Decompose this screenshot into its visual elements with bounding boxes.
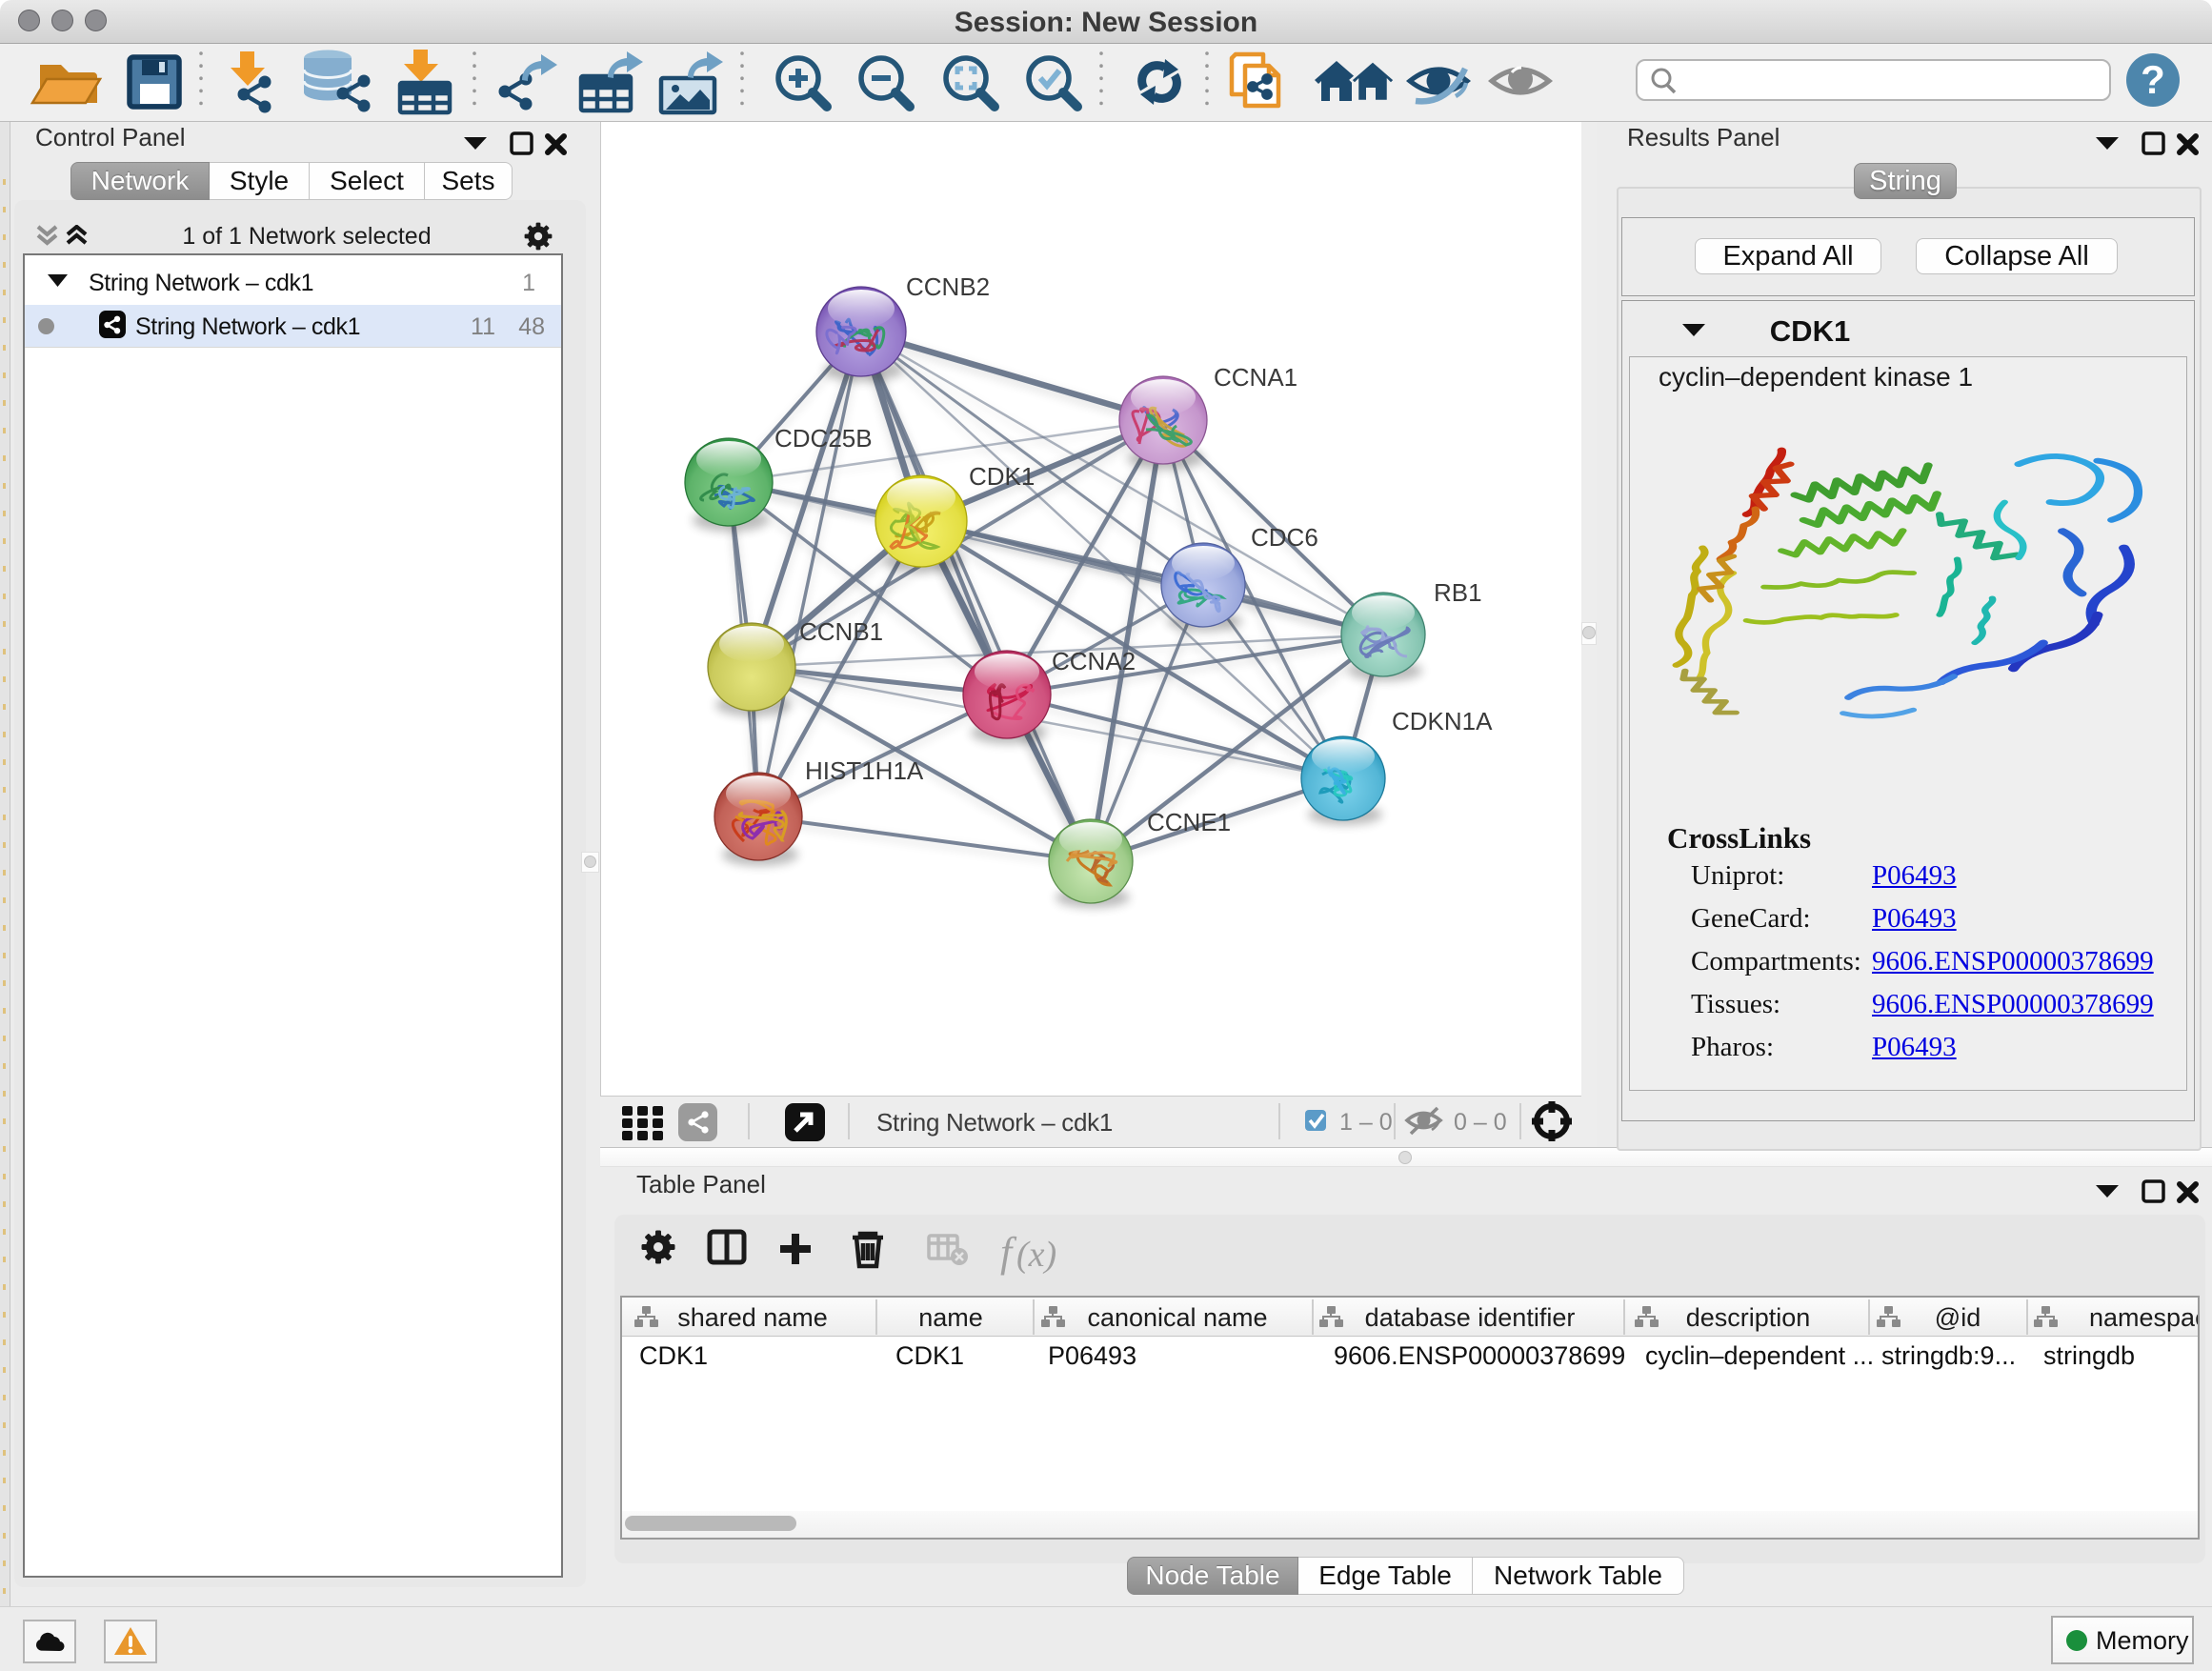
svg-text:HIST1H1A: HIST1H1A: [805, 756, 924, 785]
svg-text:description: description: [1686, 1303, 1811, 1332]
svg-text:CCNB1: CCNB1: [799, 617, 883, 646]
svg-text:RB1: RB1: [1434, 578, 1482, 607]
svg-text:(x): (x): [1016, 1235, 1056, 1275]
svg-text:CCNA1: CCNA1: [1214, 363, 1297, 392]
svg-text:String Network – cdk1: String Network – cdk1: [876, 1108, 1113, 1137]
svg-text:1 – 0: 1 – 0: [1339, 1109, 1393, 1136]
svg-text:shared name: shared name: [677, 1303, 828, 1332]
svg-text:name: name: [918, 1303, 983, 1332]
svg-text:@id: @id: [1935, 1303, 1981, 1332]
svg-text:CCNA2: CCNA2: [1052, 647, 1136, 675]
svg-text:CDKN1A: CDKN1A: [1392, 707, 1493, 735]
svg-text:0 – 0: 0 – 0: [1454, 1109, 1507, 1136]
svg-text:?: ?: [2141, 57, 2165, 102]
svg-text:database identifier: database identifier: [1365, 1303, 1576, 1332]
svg-text:namespac: namespac: [2089, 1303, 2198, 1332]
svg-text:CCNE1: CCNE1: [1147, 808, 1231, 836]
svg-text:f: f: [1000, 1229, 1017, 1276]
svg-text:canonical name: canonical name: [1087, 1303, 1267, 1332]
svg-text:CDC25B: CDC25B: [774, 424, 873, 453]
svg-text:CDK1: CDK1: [969, 462, 1035, 491]
svg-text:CCNB2: CCNB2: [906, 272, 990, 301]
svg-text:CDC6: CDC6: [1251, 523, 1318, 552]
